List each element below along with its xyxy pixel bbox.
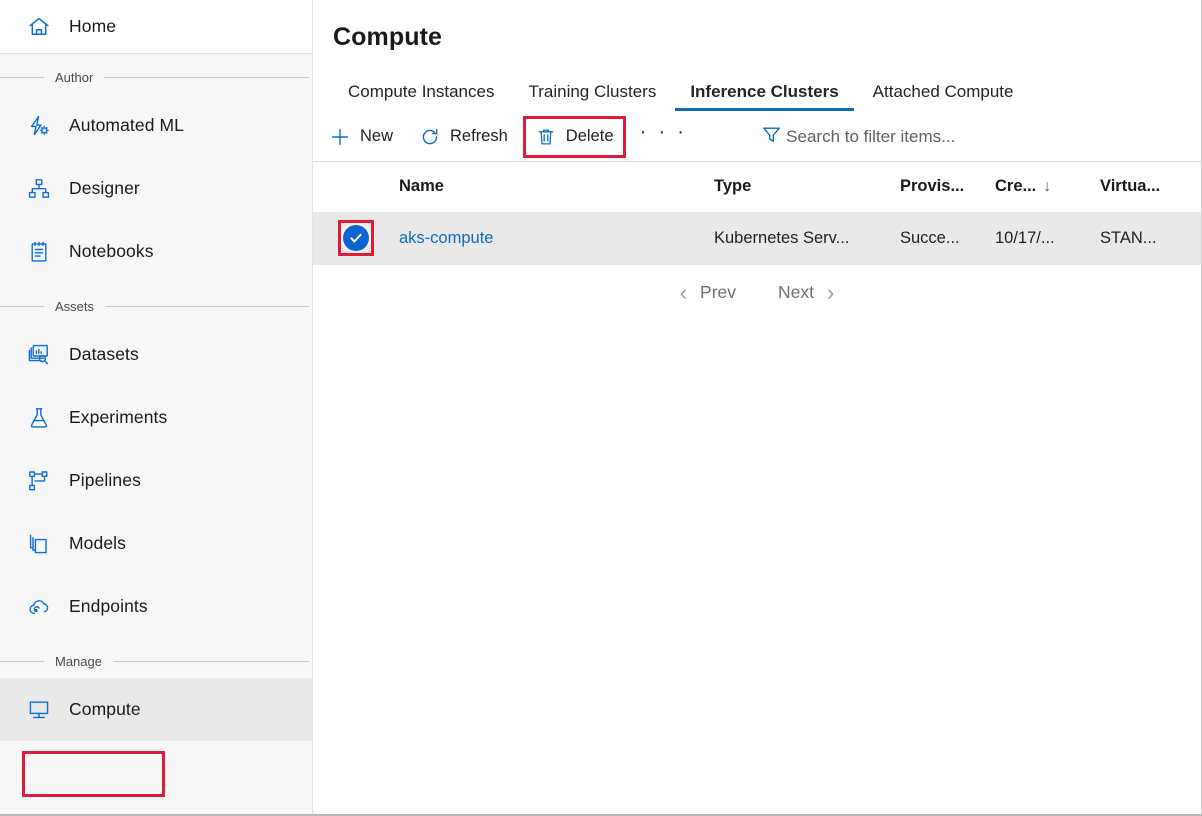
sidebar-item-compute[interactable]: Compute <box>0 678 312 741</box>
new-button-label: New <box>360 127 393 146</box>
tab-inference-clusters[interactable]: Inference Clusters <box>673 82 855 111</box>
sidebar-item-label: Models <box>69 533 126 554</box>
refresh-button[interactable]: Refresh <box>408 119 519 155</box>
prev-page-button[interactable]: ‹ Prev <box>672 282 757 304</box>
models-icon <box>27 531 53 557</box>
sidebar-item-designer[interactable]: Designer <box>0 157 312 220</box>
divider-right <box>113 661 309 662</box>
notebooks-icon <box>27 239 53 265</box>
table-row[interactable]: aks-compute Kubernetes Serv... Succe... … <box>313 212 1201 265</box>
sidebar-group-label: Assets <box>44 299 105 314</box>
cell-name: aks-compute <box>399 229 714 248</box>
compute-name-link[interactable]: aks-compute <box>399 229 493 247</box>
sidebar-group-label: Manage <box>44 654 113 669</box>
sidebar-item-notebooks[interactable]: Notebooks <box>0 220 312 283</box>
delete-button-label: Delete <box>566 127 614 146</box>
automated-ml-icon <box>27 113 53 139</box>
column-header-created[interactable]: Cre... ↓ <box>995 177 1100 196</box>
sidebar-group-header-manage: Manage <box>0 644 312 678</box>
refresh-icon <box>419 126 441 148</box>
datasets-icon <box>27 342 53 368</box>
sidebar-group-header-author: Author <box>0 60 312 94</box>
sidebar-item-experiments[interactable]: Experiments <box>0 386 312 449</box>
experiments-icon <box>27 405 53 431</box>
tab-bar: Compute Instances Training Clusters Infe… <box>313 69 1201 111</box>
page-title: Compute <box>313 17 1201 52</box>
azure-ml-studio-window: Home Author Automated ML <box>0 0 1202 816</box>
sidebar-group-header-assets: Assets <box>0 289 312 323</box>
command-toolbar: New Refresh <box>313 113 1201 161</box>
divider-left <box>0 661 44 662</box>
chevron-right-icon: › <box>827 282 834 304</box>
sidebar-item-datasets[interactable]: Datasets <box>0 323 312 386</box>
sidebar-item-label: Home <box>69 16 116 37</box>
chevron-left-icon: ‹ <box>680 282 687 304</box>
main-content: Compute Compute Instances Training Clust… <box>313 0 1201 814</box>
sidebar-item-endpoints[interactable]: Endpoints <box>0 575 312 638</box>
search-input[interactable]: Search to filter items... <box>761 119 1201 155</box>
sidebar-item-pipelines[interactable]: Pipelines <box>0 449 312 512</box>
sidebar-group-label: Author <box>44 70 104 85</box>
sidebar-item-label: Pipelines <box>69 470 141 491</box>
next-page-label: Next <box>765 282 827 303</box>
sidebar-item-label: Experiments <box>69 407 167 428</box>
column-header-created-label: Cre... <box>995 177 1036 195</box>
table-header-row: Name Type Provis... Cre... ↓ Virtua... <box>313 162 1201 212</box>
sidebar: Home Author Automated ML <box>0 0 313 814</box>
trash-icon <box>535 126 557 148</box>
divider-left <box>0 306 44 307</box>
sidebar-item-home[interactable]: Home <box>0 0 312 54</box>
tab-attached-compute[interactable]: Attached Compute <box>856 82 1031 111</box>
row-checkbox-cell[interactable] <box>313 225 399 251</box>
filter-icon <box>761 124 782 150</box>
endpoints-icon <box>27 594 53 620</box>
sidebar-item-label: Notebooks <box>69 241 154 262</box>
next-page-button[interactable]: Next › <box>757 282 842 304</box>
refresh-button-label: Refresh <box>450 127 508 146</box>
sidebar-item-label: Datasets <box>69 344 139 365</box>
column-header-provisioning[interactable]: Provis... <box>900 177 995 196</box>
new-button[interactable]: New <box>318 119 404 155</box>
cell-type: Kubernetes Serv... <box>714 229 900 248</box>
sidebar-item-automated-ml[interactable]: Automated ML <box>0 94 312 157</box>
cell-provisioning-state: Succe... <box>900 229 995 248</box>
tab-compute-instances[interactable]: Compute Instances <box>331 82 511 111</box>
divider-left <box>0 77 44 78</box>
sidebar-item-models[interactable]: Models <box>0 512 312 575</box>
sidebar-item-label: Automated ML <box>69 115 184 136</box>
plus-icon <box>329 126 351 148</box>
column-header-virtual-machine[interactable]: Virtua... <box>1100 177 1201 196</box>
designer-icon <box>27 176 53 202</box>
pagination: ‹ Prev Next › <box>313 265 1201 321</box>
sort-descending-icon: ↓ <box>1043 178 1051 195</box>
compute-icon <box>27 697 53 723</box>
column-header-name[interactable]: Name <box>399 177 714 196</box>
column-header-type[interactable]: Type <box>714 177 900 196</box>
sidebar-item-label: Compute <box>69 699 141 720</box>
cell-created-on: 10/17/... <box>995 229 1100 248</box>
delete-button[interactable]: Delete <box>523 116 626 158</box>
checkbox-checked-icon[interactable] <box>343 225 369 251</box>
divider-right <box>104 77 309 78</box>
search-placeholder: Search to filter items... <box>786 127 955 147</box>
divider-right <box>105 306 309 307</box>
cell-virtual-machine-size: STAN... <box>1100 229 1201 248</box>
sidebar-item-label: Designer <box>69 178 140 199</box>
pipelines-icon <box>27 468 53 494</box>
prev-page-label: Prev <box>687 282 749 303</box>
home-icon <box>27 14 53 40</box>
sidebar-item-label: Endpoints <box>69 596 148 617</box>
more-commands-button[interactable]: · · · <box>630 114 698 160</box>
compute-table: Name Type Provis... Cre... ↓ Virtua... <box>313 162 1201 321</box>
tab-training-clusters[interactable]: Training Clusters <box>511 82 673 111</box>
sidebar-groups: Author Automated ML <box>0 54 312 814</box>
